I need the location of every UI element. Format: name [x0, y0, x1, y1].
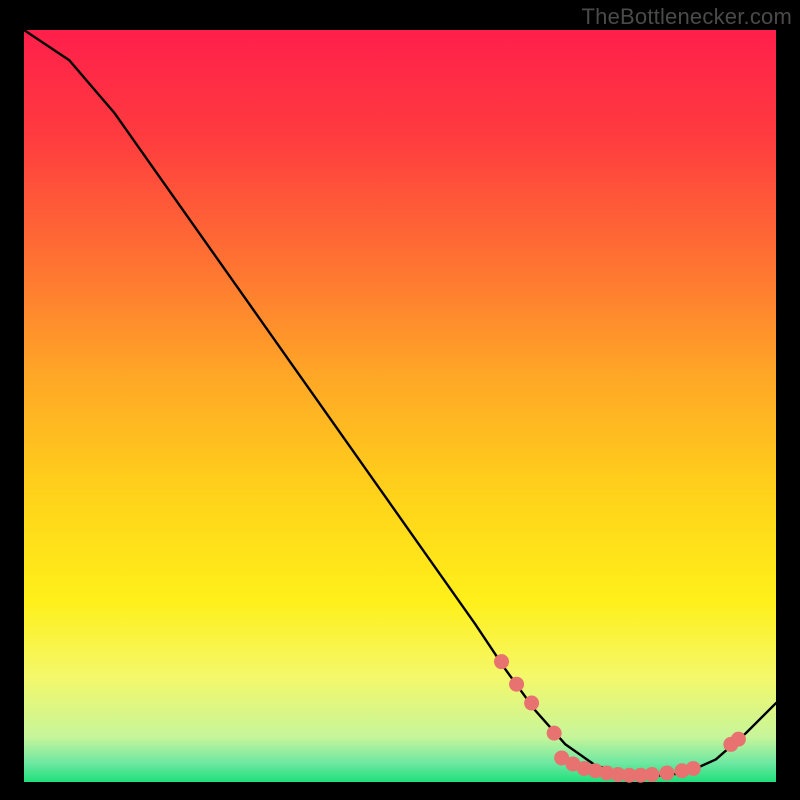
data-point [659, 765, 674, 780]
data-point [731, 732, 746, 747]
chart-canvas [0, 0, 800, 800]
data-point [686, 761, 701, 776]
data-point [509, 677, 524, 692]
data-point [547, 726, 562, 741]
data-point [644, 767, 659, 782]
data-point [494, 654, 509, 669]
data-point [524, 696, 539, 711]
chart-frame: TheBottlenecker.com [0, 0, 800, 800]
watermark-text: TheBottlenecker.com [582, 4, 792, 30]
